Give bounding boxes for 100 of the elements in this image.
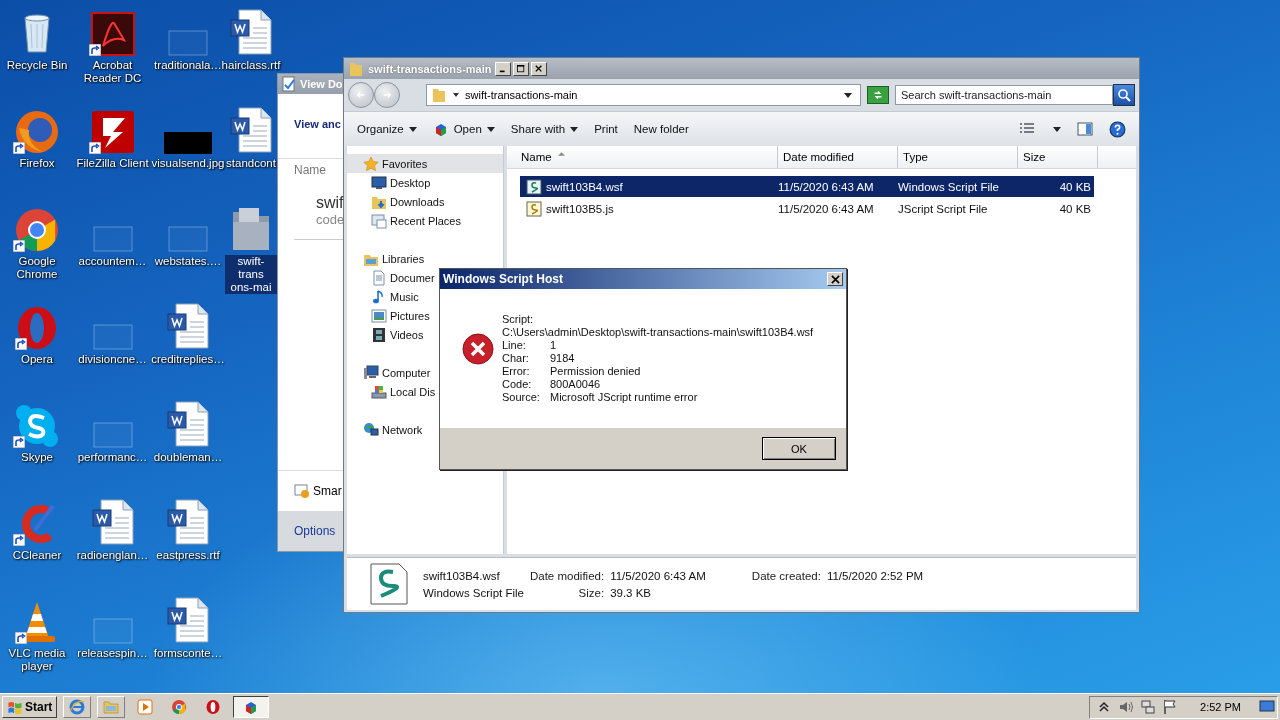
toolbar-button[interactable]: Open [425, 118, 502, 140]
field-label: Source: [502, 391, 541, 404]
desktop-icon-label[interactable]: Google Chrome [0, 255, 74, 281]
desktop-icon-label[interactable]: divisioncne… [77, 353, 148, 366]
desktop-icon-label[interactable]: eastpress.rtf [155, 549, 221, 562]
desktop-icon-label[interactable]: accountem… [77, 255, 148, 268]
nav-item[interactable]: Downloads [347, 192, 503, 211]
folder-icon [103, 699, 120, 715]
caret-icon [452, 91, 460, 99]
windows-flag-icon [7, 699, 23, 715]
blank-file-icon [92, 618, 133, 644]
star-icon [363, 155, 379, 172]
column-header[interactable]: Type [898, 146, 1018, 168]
dropdown-caret-icon [844, 91, 852, 99]
flag-icon [1162, 699, 1179, 715]
nav-item[interactable]: Music [347, 287, 503, 306]
refresh-button[interactable] [867, 86, 889, 104]
help-icon [1109, 120, 1126, 138]
desktop-icon-label[interactable]: releasespin… [76, 647, 149, 660]
ring-icon [205, 699, 222, 715]
toolbar-button[interactable]: Organize [350, 120, 424, 138]
toolbar-button[interactable]: Print [587, 120, 625, 138]
column-header[interactable]: Name [507, 146, 778, 168]
field-label: Script: [502, 313, 535, 326]
nav-item[interactable]: Desktop [347, 173, 503, 192]
file-name: swift103B4.wsf [423, 569, 501, 582]
desktop-icon-label[interactable]: Firefox [18, 157, 56, 170]
toolbar-button[interactable]: Share with [503, 120, 586, 138]
blank-file-icon [92, 324, 133, 350]
script-path: C:\Users\admin\Desktop\swift-transactions-main\swift103B4.wsf [502, 326, 814, 339]
desktop-icon-label[interactable]: swift-trans ons-mai [225, 255, 277, 294]
monitor-icon [371, 174, 387, 191]
desktop-icon-label[interactable]: traditionala… [153, 59, 223, 72]
desktop-icon-label[interactable]: VLC media player [0, 647, 74, 673]
toolbar-button[interactable]: New folder [626, 120, 696, 138]
desktop-icon-label[interactable]: doubleman… [152, 451, 224, 464]
script-scroll-icon [526, 178, 542, 195]
field-label: Code: [502, 378, 533, 391]
close-button[interactable] [531, 61, 548, 76]
search-field[interactable]: Search swift-transactions-main [895, 85, 1113, 105]
desktop-icon-label[interactable]: Opera [20, 353, 54, 366]
search-icon [1117, 88, 1131, 102]
document-icon [229, 106, 273, 154]
maximize-button[interactable] [513, 61, 530, 76]
desktop-icon-label[interactable]: Recycle Bin [5, 59, 69, 72]
nav-item[interactable]: Recent Places [347, 211, 503, 230]
computer-icon [363, 364, 379, 381]
desktop-icon-label[interactable]: performanc… [76, 451, 149, 464]
size-cell-text: 40 KB [1058, 180, 1092, 193]
file-row[interactable]: swift103B5.js 11/5/2020 6:43 AM JScript Script File 40 KB [520, 198, 1094, 219]
nav-item[interactable]: Local Dis [347, 382, 503, 401]
field-value: Microsoft JScript runtime error [550, 391, 699, 404]
address-bar[interactable]: swift-transactions-main [426, 84, 861, 106]
maximize-icon [517, 64, 526, 73]
desktop-icon-label[interactable]: formsconte… [152, 647, 224, 660]
nav-item[interactable]: Libraries [347, 249, 503, 268]
forward-button[interactable] [374, 82, 400, 108]
caret-icon [408, 125, 417, 133]
show-desktop-button[interactable] [1259, 700, 1275, 714]
desktop-icon-label[interactable]: CCleaner [11, 549, 63, 562]
link[interactable]: Smar [313, 484, 342, 498]
nav-item[interactable]: Computer [347, 363, 503, 382]
dialog-title: Windows Script Host [443, 272, 563, 286]
panel-heading: View anc [294, 118, 342, 132]
blank-file-icon [92, 226, 133, 252]
column-header[interactable]: Size [1018, 146, 1098, 168]
start-button[interactable]: Start [2, 696, 58, 718]
desktop-icon-label[interactable]: visualsend.jpg [150, 157, 226, 170]
file-name: swift103B4.wsf [546, 180, 623, 193]
desktop-icon-label[interactable]: webstates.… [153, 255, 223, 268]
desktop-icon-label[interactable]: Skype [20, 451, 54, 464]
taskbar-button[interactable] [233, 696, 270, 718]
ok-button[interactable]: OK [762, 437, 836, 460]
minimize-button[interactable] [495, 61, 512, 76]
back-arrow-icon [356, 90, 366, 100]
sort-arrow-icon [557, 150, 565, 156]
field-value: 1 [550, 339, 558, 352]
file-name: swift103B5.js [546, 202, 614, 215]
fox-globe-icon [15, 110, 59, 154]
nav-item[interactable]: Favorites [347, 154, 503, 173]
size-cell-text: 40 KB [1058, 202, 1092, 215]
desktop-icon-label[interactable]: creditreplies… [150, 353, 226, 366]
cloud-icon [15, 404, 59, 448]
folder-icon [348, 60, 364, 77]
desktop-icon-label[interactable]: radioenglan… [75, 549, 150, 562]
file-type: Windows Script File [423, 586, 524, 599]
close-icon [830, 274, 840, 284]
nav-item[interactable]: Network [347, 420, 503, 439]
forward-arrow-icon [382, 90, 392, 100]
desktop-icon-label[interactable]: standcont [225, 157, 277, 170]
image-thumbnail-icon [164, 132, 212, 154]
desktop-icon-label[interactable]: Acrobat Reader DC [74, 59, 151, 85]
file-row[interactable]: swift103B4.wsf 11/5/2020 6:43 AM Windows Script File 40 KB [520, 176, 1094, 197]
back-button[interactable] [348, 82, 374, 108]
list-view-icon [1019, 122, 1037, 136]
close-button[interactable] [827, 272, 843, 286]
search-button[interactable] [1113, 84, 1135, 106]
column-header[interactable]: Date modified [778, 146, 898, 168]
desktop-icon-label[interactable]: FileZilla Client [75, 157, 150, 170]
field-label: Date created: [751, 569, 821, 582]
